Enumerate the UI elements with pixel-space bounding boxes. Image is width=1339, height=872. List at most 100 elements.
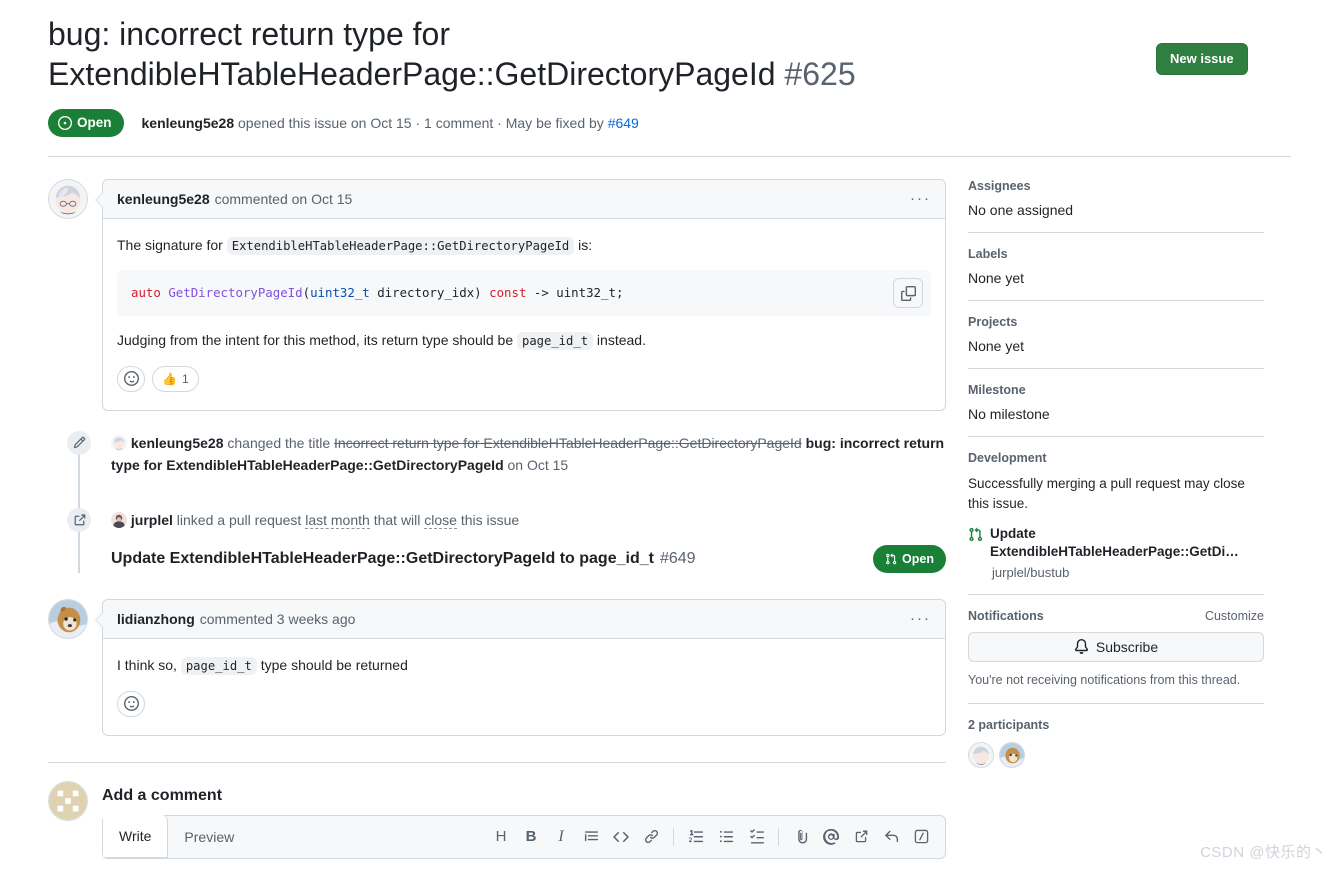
- smiley-icon: [123, 371, 139, 387]
- task-list-icon[interactable]: [742, 823, 770, 851]
- status-badge: Open: [48, 108, 124, 137]
- avatar[interactable]: [48, 780, 88, 821]
- linked-pr-title[interactable]: Update ExtendibleHTableHeaderPage::GetDi…: [111, 547, 654, 572]
- tab-write[interactable]: Write: [103, 814, 169, 858]
- avatar[interactable]: [48, 178, 88, 219]
- fix-pr-link[interactable]: #649: [608, 115, 639, 131]
- timeline-item-linked-pr: jurplel linked a pull request last month…: [67, 508, 946, 574]
- participant-avatar-lidianzhong[interactable]: [999, 741, 1025, 768]
- development-pr-title[interactable]: Update ExtendibleHTableHeaderPage::GetDi…: [990, 525, 1264, 561]
- heading-icon[interactable]: H: [487, 823, 515, 851]
- page-title: bug: incorrect return type for Extendibl…: [48, 14, 1138, 95]
- code-keyword-const: const: [489, 285, 527, 301]
- unordered-list-icon[interactable]: [712, 823, 740, 851]
- thumbs-up-reaction-button[interactable]: 👍 1: [152, 365, 199, 392]
- meta-separator-1: ·: [415, 114, 421, 131]
- reference-icon[interactable]: [847, 823, 875, 851]
- issue-author[interactable]: kenleung5e28: [142, 115, 235, 131]
- code-argument: directory_idx): [369, 285, 490, 301]
- code-return-tail: -> uint32_t;: [526, 285, 624, 301]
- code-type-uint32: uint32_t: [310, 285, 370, 301]
- timeline-pr-block: jurplel linked a pull request last month…: [111, 510, 946, 574]
- notifications-note: You're not receiving notifications from …: [968, 672, 1241, 687]
- reactions-row: [117, 690, 931, 729]
- code-paren: (: [302, 285, 311, 301]
- development-pr[interactable]: Update ExtendibleHTableHeaderPage::GetDi…: [968, 525, 1264, 561]
- assignees-value: No one assigned: [968, 201, 1074, 218]
- timeline-item-title-changed: kenleung5e28 changed the title Incorrect…: [67, 430, 946, 476]
- bell-icon: [1074, 639, 1088, 655]
- mention-icon[interactable]: [817, 823, 845, 851]
- timeline-pr-action: linked a pull request: [172, 512, 306, 529]
- comment-paragraph-1: The signature for ExtendibleHTableHeader…: [117, 235, 931, 257]
- assignees-title[interactable]: Assignees: [968, 179, 1264, 193]
- paragraph2-text-post: instead.: [593, 332, 646, 349]
- milestone-title[interactable]: Milestone: [968, 383, 1264, 397]
- git-pull-request-icon: [886, 553, 897, 565]
- timeline: kenleung5e28 changed the title Incorrect…: [67, 430, 946, 574]
- avatar-kenleung5e28-mini[interactable]: [111, 434, 127, 451]
- subscribe-button-label: Subscribe: [1095, 638, 1159, 655]
- timeline-pr-action-tail2: this issue: [456, 512, 520, 529]
- attach-file-icon[interactable]: [787, 823, 815, 851]
- timeline-actor[interactable]: kenleung5e28: [131, 435, 224, 451]
- reply-glyph: [884, 830, 898, 843]
- comment-paragraph-1: I think so, page_id_t type should be ret…: [117, 655, 931, 677]
- at-glyph: [823, 828, 839, 845]
- copy-code-button[interactable]: [893, 278, 923, 309]
- cross-reference-glyph: [74, 514, 85, 526]
- subscribe-button[interactable]: Subscribe: [968, 631, 1264, 662]
- new-issue-button[interactable]: New issue: [1156, 43, 1248, 75]
- development-title[interactable]: Development: [968, 451, 1264, 465]
- labels-title[interactable]: Labels: [968, 247, 1264, 261]
- thumbsup-icon: 👍: [162, 371, 177, 386]
- timeline-pr-actor[interactable]: jurplel: [131, 512, 173, 528]
- paragraph-text-post: type should be returned: [256, 657, 408, 674]
- bold-icon[interactable]: B: [517, 823, 545, 851]
- projects-title[interactable]: Projects: [968, 315, 1264, 329]
- code-icon[interactable]: [607, 823, 635, 851]
- italic-icon[interactable]: I: [547, 823, 575, 851]
- paragraph-text-pre: I think so,: [117, 657, 181, 674]
- avatar-jurplel-mini[interactable]: [111, 512, 127, 529]
- timeline-action: changed the title: [223, 434, 335, 451]
- customize-notifications-link[interactable]: Customize: [1205, 609, 1264, 623]
- notifications-title-row: Notifications Customize: [968, 609, 1264, 623]
- issue-number: #625: [784, 56, 856, 93]
- comment-menu-icon[interactable]: ···: [910, 189, 931, 209]
- smiley-icon: [123, 696, 139, 712]
- ordered-list-icon[interactable]: [682, 823, 710, 851]
- development-pr-repo[interactable]: jurplel/bustub: [992, 565, 1264, 580]
- add-comment-divider: [48, 761, 946, 763]
- comment-author[interactable]: lidianzhong: [117, 609, 195, 629]
- avatar[interactable]: [48, 599, 88, 640]
- quote-glyph: [584, 831, 598, 842]
- comment-card: lidianzhong commented 3 weeks ago ··· I …: [95, 599, 946, 736]
- avatar-glyph: [969, 742, 993, 767]
- labels-value: None yet: [968, 269, 1025, 286]
- inline-code-page-id-t: page_id_t: [517, 332, 594, 351]
- comment-author[interactable]: kenleung5e28: [117, 189, 210, 209]
- add-reaction-button[interactable]: [117, 690, 145, 717]
- code-keyword-auto: auto: [131, 285, 161, 301]
- sidebar-section-notifications: Notifications Customize Subscribe You're…: [968, 609, 1264, 704]
- linked-pr-row: Update ExtendibleHTableHeaderPage::GetDi…: [111, 545, 946, 574]
- reply-icon[interactable]: [877, 823, 905, 851]
- linked-pr-number[interactable]: #649: [660, 547, 696, 572]
- add-reaction-button[interactable]: [117, 365, 145, 392]
- may-be-fixed-by-text: May be fixed by: [505, 114, 604, 131]
- comment-menu-icon[interactable]: ···: [910, 609, 931, 629]
- toolbar-separator: [778, 827, 779, 846]
- meta-separator-2: ·: [497, 114, 502, 131]
- quote-icon[interactable]: [577, 823, 605, 851]
- inline-code: ExtendibleHTableHeaderPage::GetDirectory…: [226, 236, 575, 255]
- editor-toolbar: H B I: [487, 823, 945, 851]
- link-glyph: [644, 830, 658, 844]
- participant-avatar-kenleung5e28[interactable]: [968, 741, 994, 768]
- timeline-pr-action-tail: that will: [369, 512, 425, 529]
- link-icon[interactable]: [637, 823, 665, 851]
- comment-header: kenleung5e28 commented on Oct 15 ···: [103, 179, 945, 219]
- slash-command-icon[interactable]: [907, 823, 935, 851]
- avatar-glyph: [1000, 742, 1024, 767]
- tab-preview[interactable]: Preview: [168, 816, 251, 858]
